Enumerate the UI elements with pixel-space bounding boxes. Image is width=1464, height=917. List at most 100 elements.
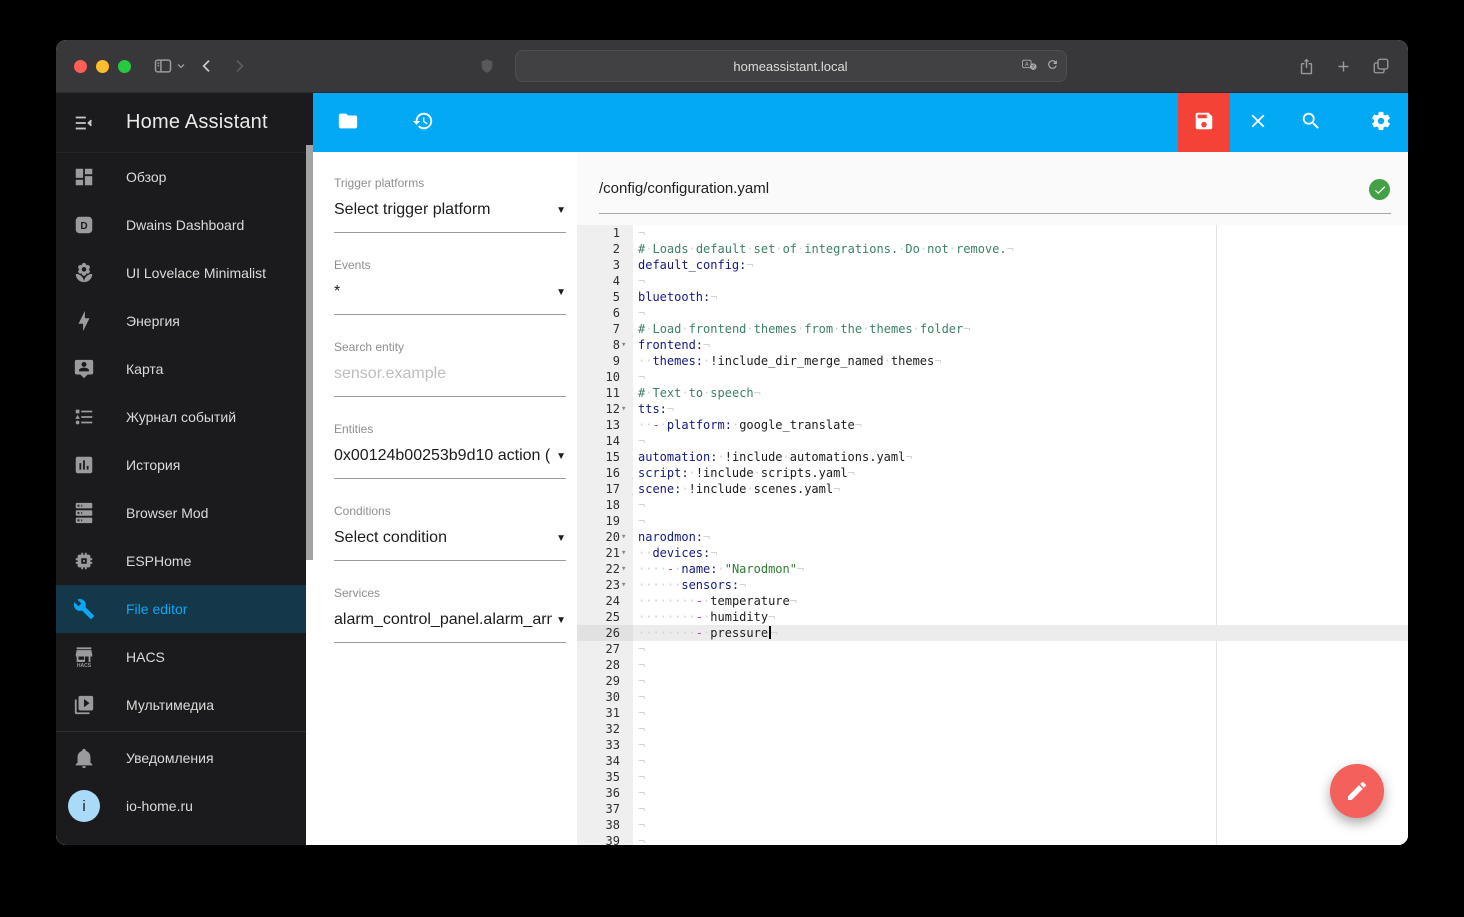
line-number: 36 [577, 785, 633, 801]
sidebar-item-мультимедиа[interactable]: Мультимедиа [56, 681, 306, 729]
sidebar-item-журнал-событий[interactable]: Журнал событий [56, 393, 306, 441]
code-line-28[interactable]: 28 ¬ [577, 657, 1408, 673]
field-select[interactable]: alarm_control_panel.alarm_arm… ▼ [334, 609, 566, 631]
scrollbar-thumb[interactable] [306, 145, 313, 560]
code-line-25[interactable]: 25 ········-·humidity¬ [577, 609, 1408, 625]
code-line-34[interactable]: 34 ¬ [577, 753, 1408, 769]
field-select[interactable]: Select condition ▼ [334, 527, 566, 549]
search-button[interactable] [1287, 99, 1335, 147]
sidebar-item-esphome[interactable]: ESPHome [56, 537, 306, 585]
fold-arrow-icon[interactable]: ▾ [621, 402, 633, 416]
code-line-8[interactable]: 8 ▾ frontend:¬ [577, 337, 1408, 353]
field-select[interactable]: Select trigger platform ▼ [334, 199, 566, 221]
share-icon[interactable] [1298, 58, 1315, 75]
code-line-36[interactable]: 36 ¬ [577, 785, 1408, 801]
code-line-9[interactable]: 9 ··themes:·!include_dir_merge_named·them… [577, 353, 1408, 369]
field-select[interactable]: 0x00124b00253b9d10 action (… ▼ [334, 445, 566, 467]
code-line-18[interactable]: 18 ¬ [577, 497, 1408, 513]
sidebar-item-уведомления[interactable]: Уведомления [56, 734, 306, 782]
eol-marker: ¬ [638, 690, 646, 704]
code-line-2[interactable]: 2 #·Loads·default·set·of·integrations.·Do… [577, 241, 1408, 257]
code-line-26[interactable]: 26 ········-·pressure ¬ [577, 625, 1408, 641]
code-line-35[interactable]: 35 ¬ [577, 769, 1408, 785]
sidebar-item-dwains-dashboard[interactable]: D Dwains Dashboard [56, 201, 306, 249]
code-line-37[interactable]: 37 ¬ [577, 801, 1408, 817]
code-line-27[interactable]: 27 ¬ [577, 641, 1408, 657]
shield-icon[interactable] [479, 57, 495, 75]
code-line-15[interactable]: 15 automation:·!include·automations.yaml¬ [577, 449, 1408, 465]
code-line-31[interactable]: 31 ¬ [577, 705, 1408, 721]
code-line-13[interactable]: 13 ··-·platform:·google_translate¬ [577, 417, 1408, 433]
sidebar-item-file-editor[interactable]: File editor [56, 585, 306, 633]
code-line-4[interactable]: 4 ¬ [577, 273, 1408, 289]
close-button[interactable] [1234, 99, 1282, 147]
code-line-23[interactable]: 23 ▾ ······sensors:¬ [577, 577, 1408, 593]
code-line-32[interactable]: 32 ¬ [577, 721, 1408, 737]
forward-button[interactable] [231, 58, 247, 74]
sidebar-toggle-icon[interactable] [153, 56, 173, 76]
code-line-14[interactable]: 14 ¬ [577, 433, 1408, 449]
chevron-down-icon[interactable] [175, 60, 187, 72]
code-line-33[interactable]: 33 ¬ [577, 737, 1408, 753]
sidebar-item-io-home.ru[interactable]: i io-home.ru [56, 782, 306, 830]
code-line-19[interactable]: 19 ¬ [577, 513, 1408, 529]
code-line-6[interactable]: 6 ¬ [577, 305, 1408, 321]
reload-icon[interactable] [1046, 58, 1059, 74]
sidebar-item-энергия[interactable]: Энергия [56, 297, 306, 345]
file-history-button[interactable] [399, 99, 447, 147]
code-line-30[interactable]: 30 ¬ [577, 689, 1408, 705]
back-button[interactable] [199, 58, 215, 74]
fold-arrow-icon[interactable]: ▾ [621, 530, 633, 544]
close-window-button[interactable] [74, 59, 87, 73]
new-tab-icon[interactable] [1335, 58, 1352, 75]
eol-marker: ¬ [638, 786, 646, 800]
code-line-38[interactable]: 38 ¬ [577, 817, 1408, 833]
sidebar-collapse-icon[interactable] [73, 112, 95, 134]
code-line-12[interactable]: 12 ▾ tts:¬ [577, 401, 1408, 417]
sidebar-item-label: Обзор [126, 169, 167, 185]
code-line-24[interactable]: 24 ········-·temperature¬ [577, 593, 1408, 609]
browse-files-button[interactable] [324, 99, 372, 147]
code-line-5[interactable]: 5 bluetooth:¬ [577, 289, 1408, 305]
code-line-20[interactable]: 20 ▾ narodmon:¬ [577, 529, 1408, 545]
fold-arrow-icon[interactable]: ▾ [621, 562, 633, 576]
sidebar-item-карта[interactable]: Карта [56, 345, 306, 393]
fold-arrow-icon[interactable]: ▾ [621, 338, 633, 352]
save-button[interactable] [1178, 93, 1230, 152]
settings-button[interactable] [1357, 99, 1405, 147]
code-line-21[interactable]: 21 ▾ ··devices:¬ [577, 545, 1408, 561]
code-line-29[interactable]: 29 ¬ [577, 673, 1408, 689]
sidebar-item-обзор[interactable]: Обзор [56, 153, 306, 201]
code-line-7[interactable]: 7 #·Load·frontend·themes·from·the·themes·… [577, 321, 1408, 337]
translate-icon[interactable]: A 文 [1021, 59, 1037, 74]
line-number: 2 [577, 241, 633, 257]
sidebar-scrollbar[interactable] [306, 145, 313, 845]
code-line-11[interactable]: 11 #·Text·to·speech¬ [577, 385, 1408, 401]
code-line-39[interactable]: 39 ¬ [577, 833, 1408, 845]
address-bar[interactable]: homeassistant.local A 文 [514, 50, 1067, 82]
fold-arrow-icon[interactable]: ▾ [621, 546, 633, 560]
tab-overview-icon[interactable] [1372, 57, 1390, 75]
field-label: Events [334, 258, 371, 272]
sidebar-item-browser-mod[interactable]: Browser Mod [56, 489, 306, 537]
sidebar-item-hacs[interactable]: HACS HACS [56, 633, 306, 681]
code-line-10[interactable]: 10 ¬ [577, 369, 1408, 385]
field-input[interactable]: sensor.example [334, 363, 566, 385]
window-controls [74, 59, 131, 73]
eol-marker: ¬ [1006, 242, 1014, 256]
field-select[interactable]: * ▼ [334, 281, 566, 303]
code-editor: /config/configuration.yaml 1 ¬ 2 #·Loads·de… [577, 152, 1408, 845]
code-line-22[interactable]: 22 ▾ ····-·name:·"Narodmon"¬ [577, 561, 1408, 577]
edit-fab-button[interactable] [1330, 764, 1384, 818]
code-line-17[interactable]: 17 scene:·!include·scenes.yaml¬ [577, 481, 1408, 497]
minimize-window-button[interactable] [96, 59, 109, 73]
sidebar-item-история[interactable]: История [56, 441, 306, 489]
sidebar-item-ui-lovelace-minimalist[interactable]: UI Lovelace Minimalist [56, 249, 306, 297]
code-line-1[interactable]: 1 ¬ [577, 225, 1408, 241]
code-line-3[interactable]: 3 default_config:¬ [577, 257, 1408, 273]
field-value: Select trigger platform [334, 201, 491, 218]
fold-arrow-icon[interactable]: ▾ [621, 578, 633, 592]
zoom-window-button[interactable] [118, 59, 131, 73]
code-area[interactable]: 1 ¬ 2 #·Loads·default·set·of·integrations.·… [577, 225, 1408, 845]
code-line-16[interactable]: 16 script:·!include·scripts.yaml¬ [577, 465, 1408, 481]
